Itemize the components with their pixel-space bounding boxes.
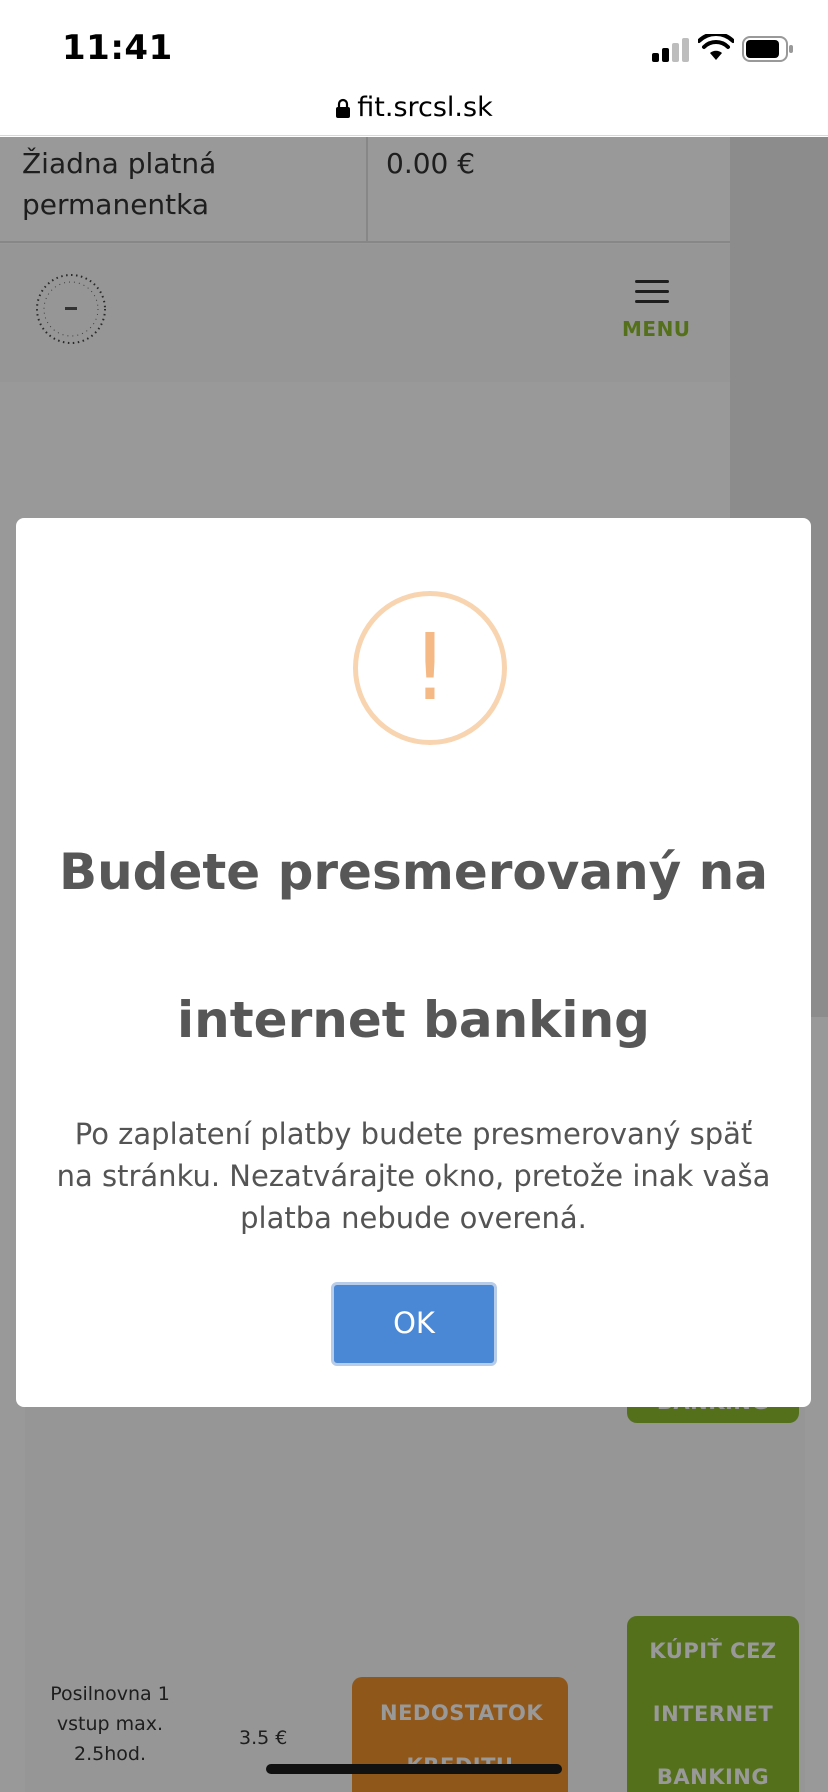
ok-button[interactable]: OK xyxy=(331,1282,497,1366)
battery-icon xyxy=(742,36,793,62)
exclamation-glyph: ! xyxy=(411,614,449,721)
cellular-signal-icon xyxy=(652,38,690,62)
redirect-dialog: ! Budete presmerovaný na internet bankin… xyxy=(16,518,811,1407)
url-bar[interactable]: fit.srcsl.sk xyxy=(0,90,828,136)
url-domain: fit.srcsl.sk xyxy=(357,92,493,123)
dialog-message: Po zaplatení platby budete presmerovaný … xyxy=(56,1117,771,1235)
status-time: 11:41 xyxy=(62,28,173,68)
exclamation-warning-icon: ! xyxy=(353,591,507,745)
home-indicator[interactable] xyxy=(266,1764,562,1774)
status-bar: 11:41 xyxy=(0,0,828,90)
dialog-title: Budete presmerovaný na internet banking xyxy=(58,843,769,1049)
lock-icon xyxy=(336,98,351,118)
wifi-icon xyxy=(698,34,734,60)
